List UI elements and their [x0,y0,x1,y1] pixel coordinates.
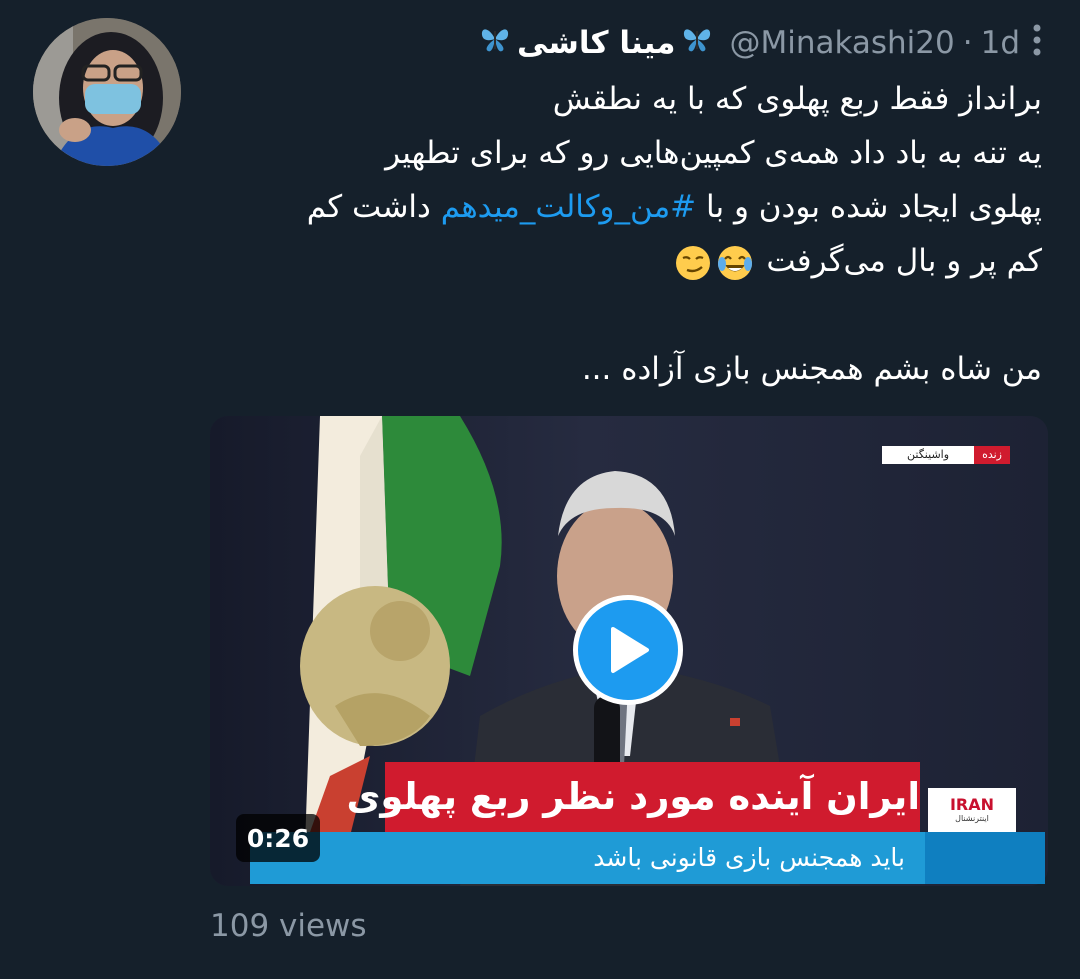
avatar[interactable] [33,18,181,166]
video-duration: 0:26 [236,814,320,862]
caption-bar-extension [925,832,1045,884]
butterfly-icon [479,23,511,63]
tweet-header: مینا کاشی @Minakashi20 · 1d [473,20,1020,66]
timestamp[interactable]: 1d [981,25,1020,61]
display-name-text: مینا کاشی [517,25,676,61]
face-with-tears-of-joy-icon [716,244,754,282]
video-caption-main: ایران آینده مورد نظر ربع پهلوی [347,762,920,832]
tweet-line: کم پر و بال می‌گرفت [200,234,1042,288]
user-handle[interactable]: @Minakashi20 [729,25,954,61]
more-options-icon [1033,24,1041,56]
tweet-line-part: داشت کم [306,189,441,225]
tweet-text: برانداز فقط ربع پهلوی که با یه نطقش یه ت… [200,72,1042,396]
view-count: 109 views [210,908,367,944]
channel-logo: IRAN اینترنشنال [928,788,1016,832]
channel-logo-subtext: اینترنشنال [955,814,989,823]
play-button[interactable] [573,595,683,705]
more-options-button[interactable] [1020,20,1054,60]
play-icon [611,627,649,673]
live-label: زنده [974,446,1010,464]
live-tag: زنده واشینگتن [882,446,1010,464]
separator-dot: · [962,25,973,61]
display-name[interactable]: مینا کاشی [473,23,719,63]
video-caption-sub: باید همجنس بازی قانونی باشد [250,832,925,884]
tweet-line: برانداز فقط ربع پهلوی که با یه نطقش [552,81,1042,117]
tweet-line: من شاه بشم همجنس بازی آزاده ... [581,351,1042,387]
city-label: واشینگتن [882,446,975,464]
tweet-line-part: کم پر و بال می‌گرفت [766,243,1042,279]
hashtag-link[interactable]: #من_وکالت_میدهم [441,189,696,225]
smirking-face-icon [674,244,712,282]
channel-logo-text: IRAN [949,795,995,814]
tweet-line: پهلوی ایجاد شده بودن و با #من_وکالت_میده… [200,180,1042,234]
tweet-line-part: پهلوی ایجاد شده بودن و با [696,189,1042,225]
butterfly-icon [681,23,713,63]
tweet-line: یه تنه به باد داد همه‌ی کمپین‌هایی رو که… [385,135,1042,171]
